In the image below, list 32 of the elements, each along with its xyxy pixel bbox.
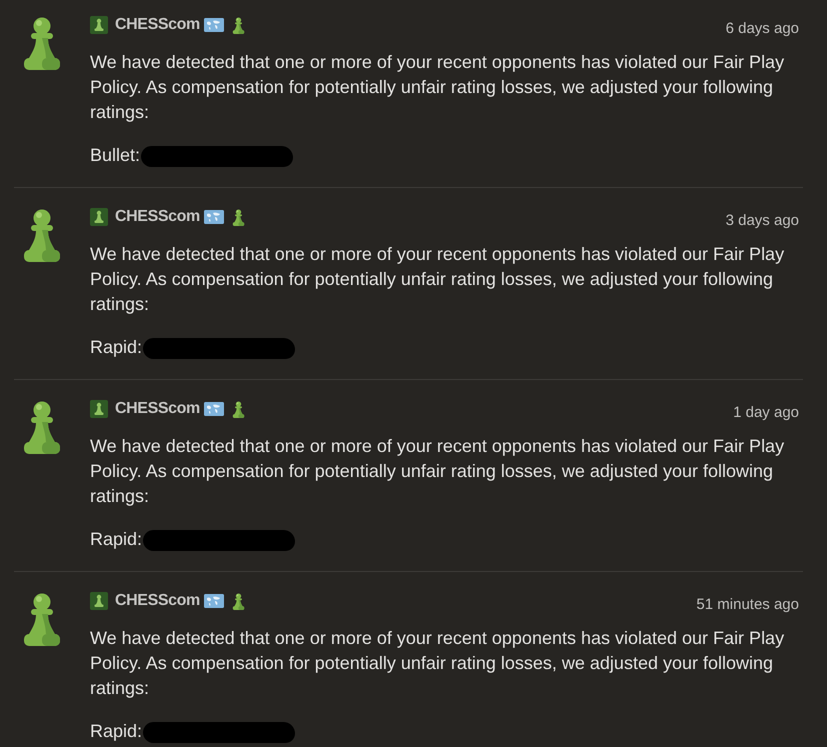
- pawn-badge-icon: [90, 592, 108, 610]
- world-map-flag-icon: [204, 18, 224, 32]
- sender-name: CHESScom: [115, 592, 200, 610]
- pawn-badge-icon: [90, 208, 108, 226]
- pawn-icon: [232, 16, 245, 34]
- pawn-icon: [232, 208, 245, 226]
- world-map-flag-icon: [204, 402, 224, 416]
- pawn-avatar-icon: [22, 592, 62, 646]
- rating-label: Rapid:: [90, 336, 142, 359]
- pawn-icon: [232, 400, 245, 418]
- rating-label: Bullet:: [90, 144, 140, 167]
- timestamp: 51 minutes ago: [696, 596, 799, 612]
- world-map-flag-icon: [204, 210, 224, 224]
- pawn-badge-icon: [90, 16, 108, 34]
- message-text: We have detected that one or more of your recent opponents has violated our Fair Play Policy. As compensation for potentially unfair rating losses, we adjusted your following ratings:: [90, 51, 786, 124]
- timestamp: 6 days ago: [726, 20, 799, 36]
- pawn-avatar-icon: [22, 208, 62, 262]
- rating-label: Rapid:: [90, 528, 142, 551]
- timestamp: 3 days ago: [726, 212, 799, 228]
- message-text: We have detected that one or more of your recent opponents has violated our Fair Play Policy. As compensation for potentially unfair rating losses, we adjusted your following ratings:: [90, 243, 786, 316]
- pawn-avatar-icon: [22, 400, 62, 454]
- world-map-flag-icon: [204, 594, 224, 608]
- sender-name: CHESScom: [115, 208, 200, 226]
- message-text: We have detected that one or more of your recent opponents has violated our Fair Play Policy. As compensation for potentially unfair rating losses, we adjusted your following ratings:: [90, 627, 786, 700]
- sender-name: CHESScom: [115, 400, 200, 418]
- sender-name: CHESScom: [115, 16, 200, 34]
- pawn-badge-icon: [90, 400, 108, 418]
- pawn-icon: [232, 592, 245, 610]
- rating-label: Rapid:: [90, 720, 142, 743]
- pawn-avatar-icon: [22, 16, 62, 70]
- message-text: We have detected that one or more of your recent opponents has violated our Fair Play Policy. As compensation for potentially unfair rating losses, we adjusted your following ratings:: [90, 435, 786, 508]
- timestamp: 1 day ago: [733, 404, 799, 420]
